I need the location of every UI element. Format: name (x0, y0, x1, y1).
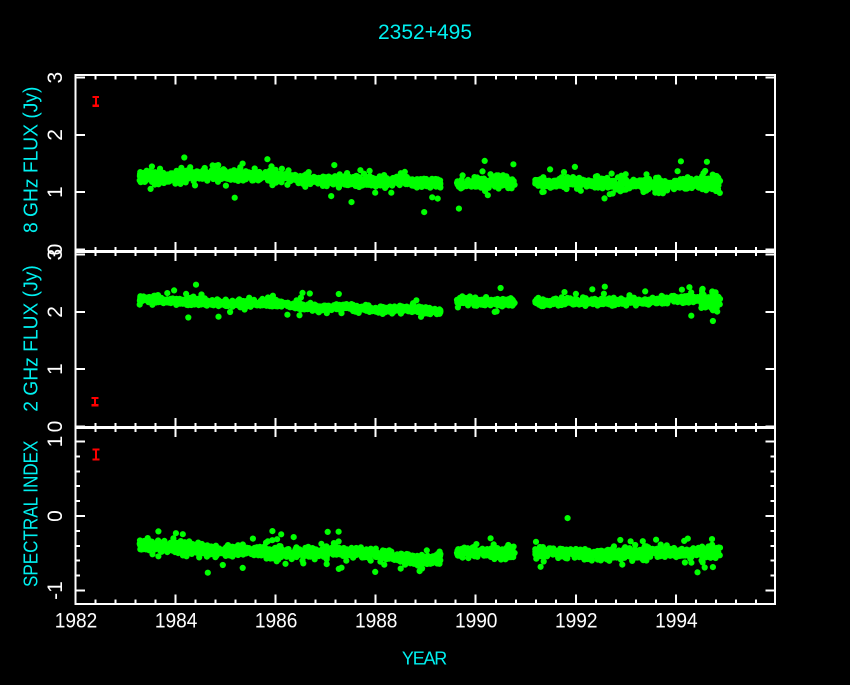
svg-text:1: 1 (44, 186, 67, 198)
svg-text:0: 0 (44, 510, 67, 522)
svg-text:-1: -1 (44, 581, 67, 600)
svg-text:1990: 1990 (455, 610, 498, 633)
svg-text:2 GHz FLUX (Jy): 2 GHz FLUX (Jy) (21, 265, 43, 412)
svg-text:1992: 1992 (555, 610, 598, 633)
svg-text:SPECTRAL INDEX: SPECTRAL INDEX (21, 441, 43, 588)
svg-text:1984: 1984 (155, 610, 198, 633)
svg-text:1: 1 (44, 436, 67, 448)
svg-text:1986: 1986 (255, 610, 298, 633)
svg-text:0: 0 (44, 421, 67, 433)
svg-text:2: 2 (44, 129, 67, 141)
svg-text:2352+495: 2352+495 (378, 21, 472, 44)
svg-text:2: 2 (44, 306, 67, 318)
svg-text:1: 1 (44, 363, 67, 375)
svg-text:YEAR: YEAR (402, 649, 447, 669)
svg-text:3: 3 (44, 72, 67, 84)
svg-text:8 GHz FLUX (Jy): 8 GHz FLUX (Jy) (21, 87, 43, 234)
svg-text:1982: 1982 (55, 610, 98, 633)
svg-text:1988: 1988 (355, 610, 398, 633)
svg-text:3: 3 (44, 249, 67, 261)
svg-text:1994: 1994 (655, 610, 698, 633)
